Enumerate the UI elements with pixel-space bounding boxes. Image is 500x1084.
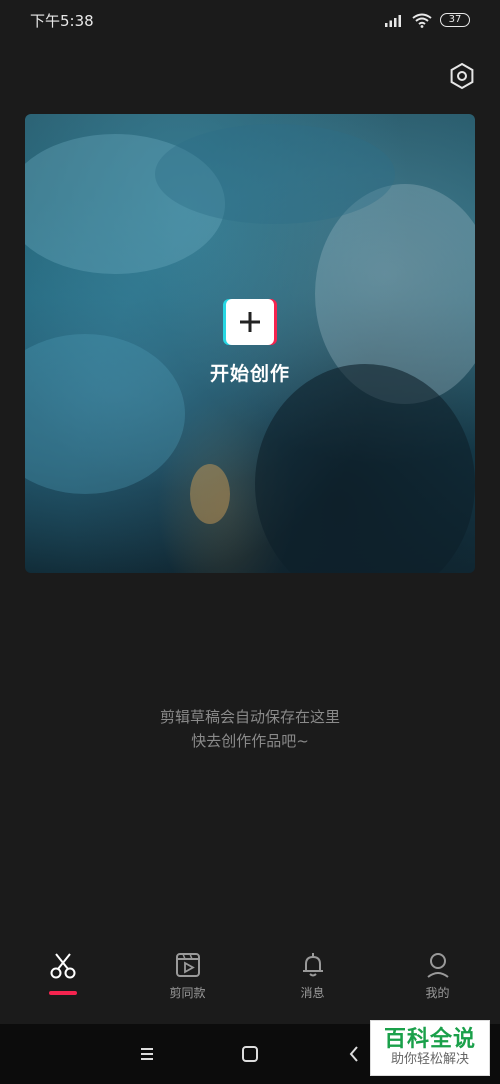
wifi-icon: [412, 13, 432, 28]
tab-messages[interactable]: 消息: [268, 950, 358, 1000]
home-button[interactable]: [238, 1042, 262, 1066]
tab-profile[interactable]: 我的: [393, 950, 483, 1000]
create-cta[interactable]: 开始创作: [25, 299, 475, 386]
menu-button[interactable]: [135, 1042, 159, 1066]
battery-indicator: 37: [440, 13, 470, 27]
hint-line-1: 剪辑草稿会自动保存在这里: [159, 708, 340, 726]
scissors-icon: [50, 953, 75, 979]
signal-icon: [385, 15, 401, 27]
status-bar: 下午5:38 37: [0, 0, 500, 40]
settings-hexagon-icon: [450, 62, 474, 90]
active-tab-indicator: [48, 991, 77, 995]
tab-edit[interactable]: [18, 950, 108, 995]
drafts-empty-hint: 剪辑草稿会自动保存在这里 快去创作作品吧~: [0, 705, 500, 753]
back-button[interactable]: [342, 1042, 366, 1066]
settings-button[interactable]: [448, 62, 476, 90]
home-square-icon: [242, 1046, 258, 1062]
battery-level: 37: [448, 14, 462, 25]
plus-icon: [226, 299, 274, 345]
start-creating-label: 开始创作: [209, 363, 290, 385]
tab-templates-label: 剪同款: [169, 986, 206, 1000]
video-template-icon: [175, 953, 200, 977]
status-time: 下午5:38: [30, 11, 94, 30]
hint-line-2: 快去创作作品吧~: [191, 732, 309, 750]
tab-templates[interactable]: 剪同款: [143, 950, 233, 1000]
bottom-tab-bar: 剪同款 消息 我的: [0, 950, 500, 1024]
back-chevron-icon: [349, 1046, 358, 1062]
menu-icon: [141, 1048, 153, 1060]
tab-messages-label: 消息: [300, 986, 325, 1000]
watermark-title: 百科全说: [383, 1027, 476, 1052]
profile-icon: [426, 953, 449, 978]
tab-profile-label: 我的: [425, 986, 450, 1000]
watermark-subtitle: 助你轻松解决: [390, 1052, 469, 1067]
bell-icon: [302, 953, 323, 977]
start-creating-card[interactable]: 开始创作: [25, 114, 475, 573]
status-icons: 37: [384, 13, 470, 28]
watermark-logo: 百科全说 助你轻松解决: [370, 1020, 490, 1076]
